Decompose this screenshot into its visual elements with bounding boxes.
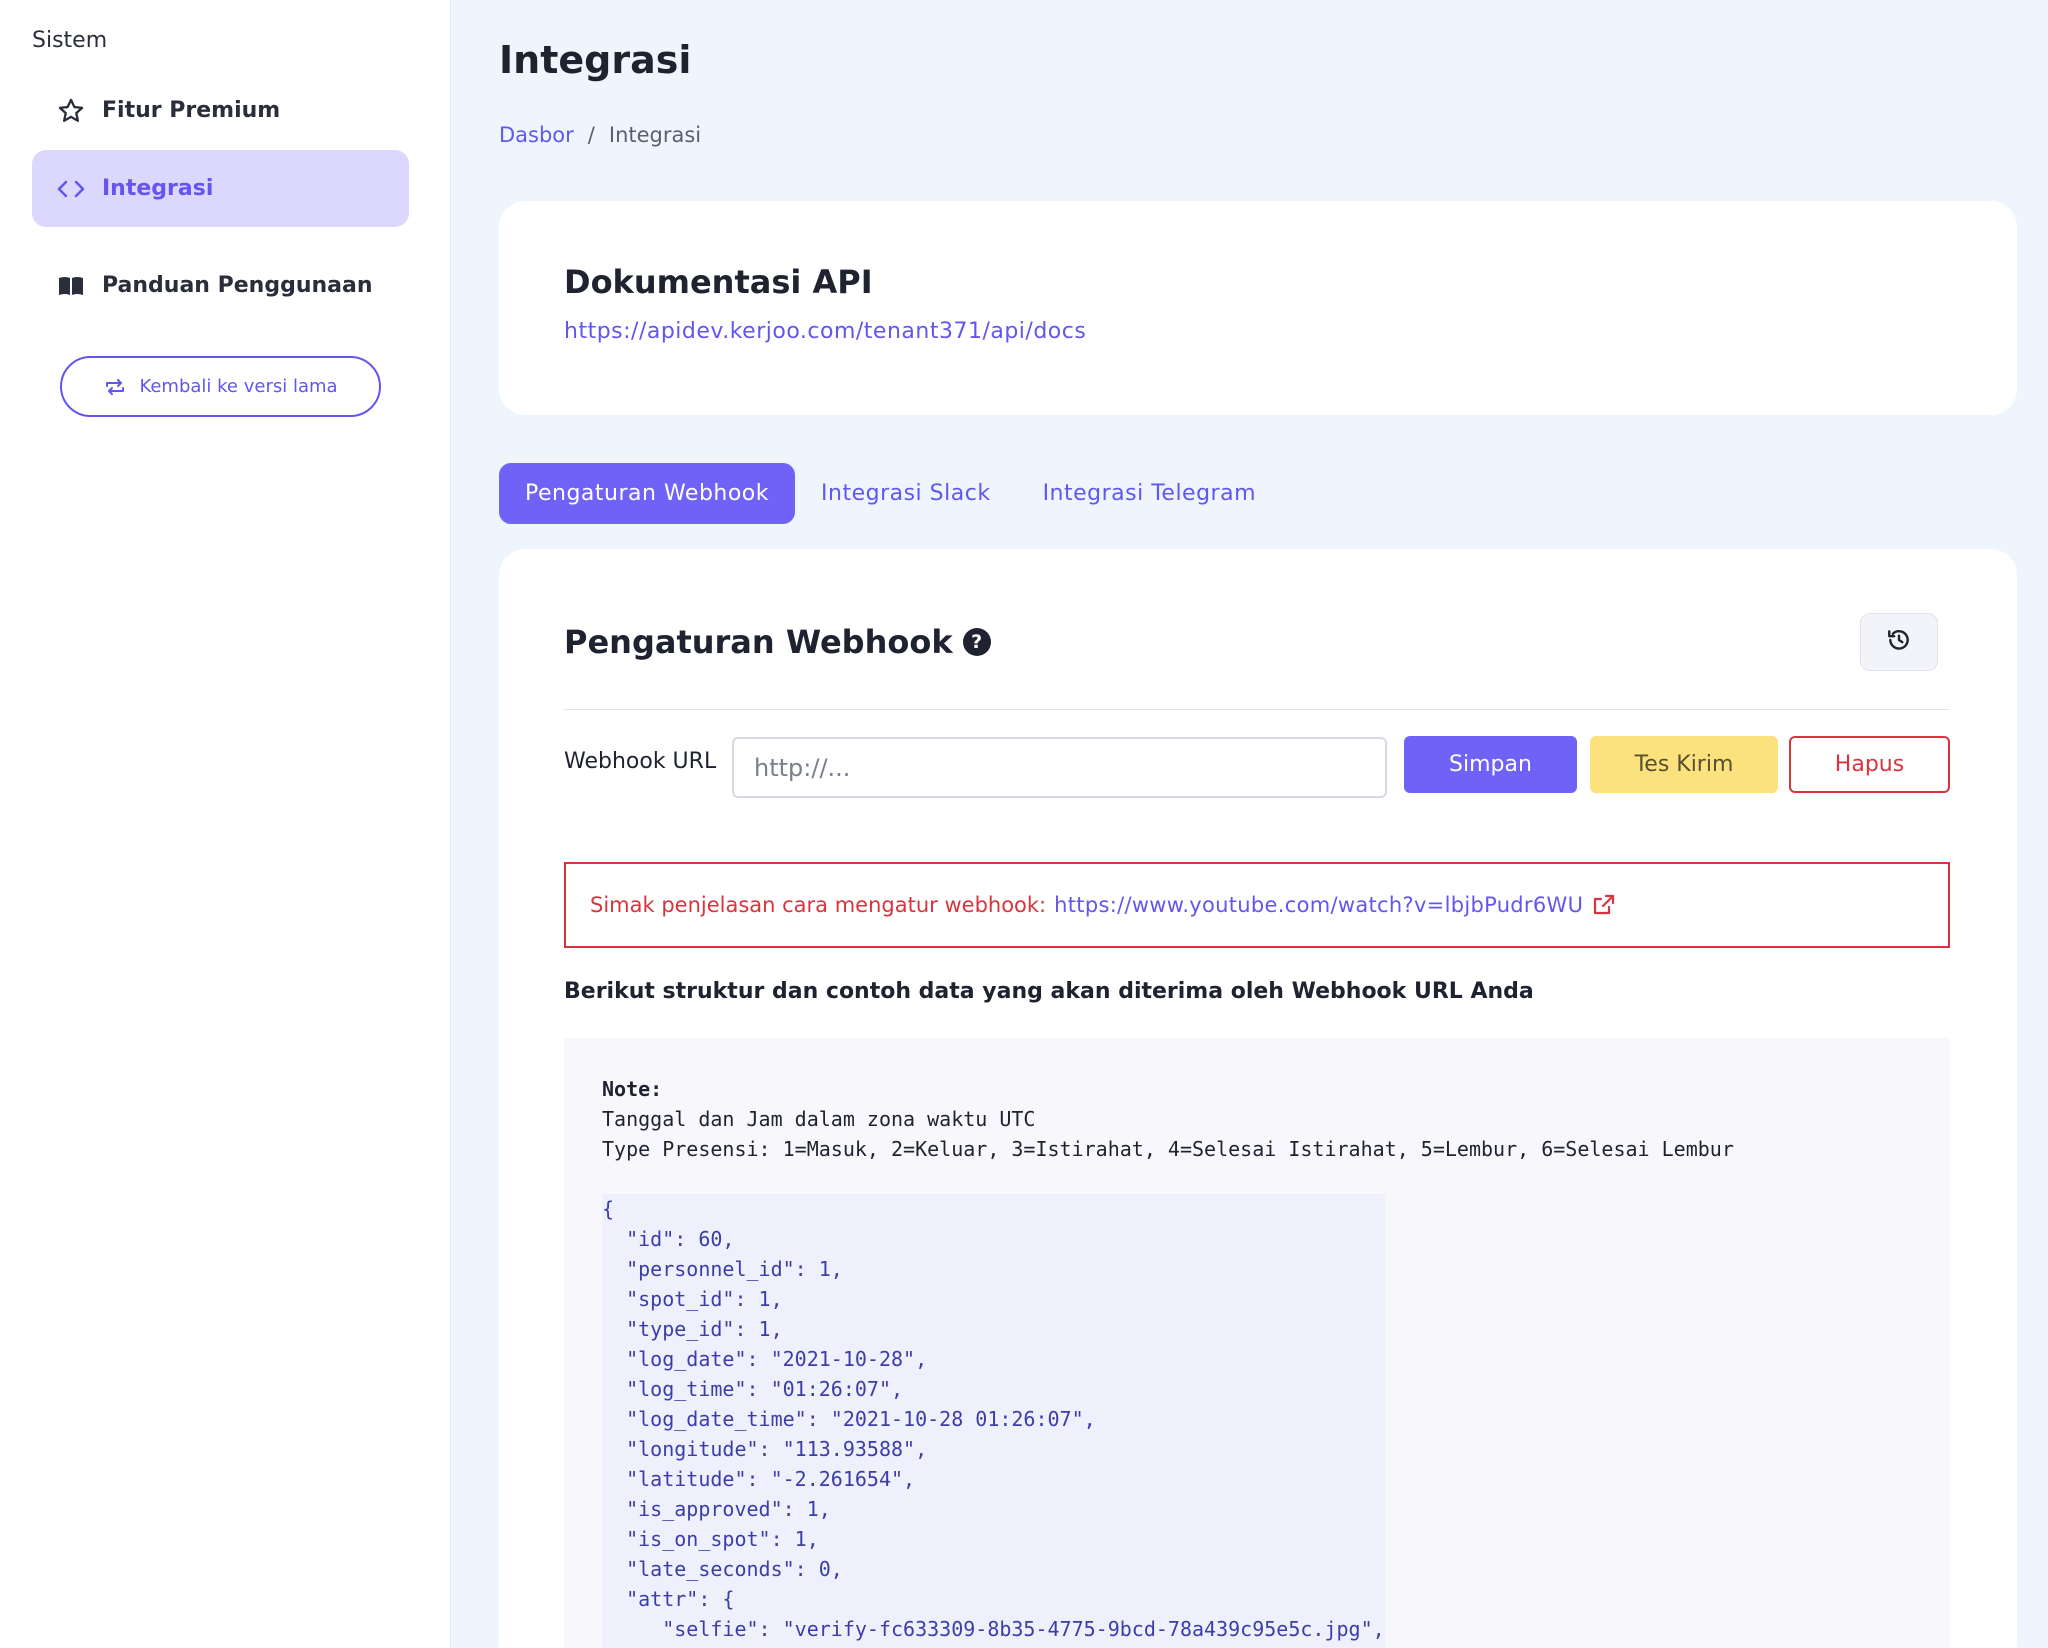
breadcrumb-home-link[interactable]: Dasbor xyxy=(499,123,574,147)
webhook-url-input[interactable] xyxy=(732,737,1387,798)
delete-button[interactable]: Hapus xyxy=(1789,736,1950,793)
sidebar-item-label: Panduan Penggunaan xyxy=(102,273,373,298)
sidebar-section-title: Sistem xyxy=(32,28,108,53)
sidebar-item-fitur-premium[interactable]: Fitur Premium xyxy=(32,72,409,149)
save-button[interactable]: Simpan xyxy=(1404,736,1577,793)
test-send-button[interactable]: Tes Kirim xyxy=(1590,736,1778,793)
webhook-settings-title-text: Pengaturan Webhook xyxy=(564,623,953,661)
webhook-settings-title: Pengaturan Webhook ? xyxy=(564,623,991,661)
main-content: Integrasi Dasbor / Integrasi Dokumentasi… xyxy=(451,0,2048,1648)
alert-text: Simak penjelasan cara mengatur webhook: xyxy=(590,893,1047,917)
sidebar-item-label: Fitur Premium xyxy=(102,98,281,123)
question-circle-icon[interactable]: ? xyxy=(962,628,991,656)
webhook-structure-heading: Berikut struktur dan contoh data yang ak… xyxy=(564,979,1534,1004)
api-docs-title: Dokumentasi API xyxy=(564,263,873,301)
integration-tabs: Pengaturan Webhook Integrasi Slack Integ… xyxy=(499,463,1282,524)
youtube-guide-link[interactable]: https://www.youtube.com/watch?v=lbjbPudr… xyxy=(1054,893,1583,917)
repeat-icon xyxy=(103,377,127,397)
webhook-guide-alert: Simak penjelasan cara mengatur webhook: … xyxy=(564,862,1950,948)
breadcrumb: Dasbor / Integrasi xyxy=(499,123,701,147)
page-title: Integrasi xyxy=(499,38,692,82)
api-docs-card: Dokumentasi API https://apidev.kerjoo.co… xyxy=(499,201,2017,415)
back-to-old-version-label: Kembali ke versi lama xyxy=(139,376,338,397)
webhook-settings-card: Pengaturan Webhook ? Webhook URL Simpan … xyxy=(499,549,2017,1648)
sidebar-item-label: Integrasi xyxy=(102,176,214,201)
breadcrumb-current: Integrasi xyxy=(608,123,702,147)
star-icon xyxy=(56,96,86,126)
code-note-lines: Tanggal dan Jam dalam zona waktu UTC Typ… xyxy=(602,1107,1734,1161)
code-icon xyxy=(56,174,86,204)
sidebar-item-panduan-penggunaan[interactable]: Panduan Penggunaan xyxy=(32,247,409,324)
history-button[interactable] xyxy=(1860,613,1938,671)
code-note-title: Note: xyxy=(602,1077,663,1101)
tab-integrasi-slack[interactable]: Integrasi Slack xyxy=(795,463,1017,524)
breadcrumb-separator: / xyxy=(587,123,595,147)
external-link-icon[interactable] xyxy=(1591,893,1617,917)
history-icon xyxy=(1886,627,1912,657)
back-to-old-version-button[interactable]: Kembali ke versi lama xyxy=(60,356,381,417)
webhook-url-label: Webhook URL xyxy=(564,749,717,774)
divider xyxy=(564,709,1949,710)
api-docs-link[interactable]: https://apidev.kerjoo.com/tenant371/api/… xyxy=(564,319,1086,344)
sidebar: Sistem Fitur Premium Integrasi Panduan P… xyxy=(0,0,451,1648)
book-icon xyxy=(56,271,86,301)
code-json-sample: { "id": 60, "personnel_id": 1, "spot_id"… xyxy=(602,1194,1385,1648)
tab-pengaturan-webhook[interactable]: Pengaturan Webhook xyxy=(499,463,796,524)
webhook-sample-code: Note: Tanggal dan Jam dalam zona waktu UT… xyxy=(564,1038,1950,1648)
sidebar-item-integrasi[interactable]: Integrasi xyxy=(32,150,409,227)
tab-integrasi-telegram[interactable]: Integrasi Telegram xyxy=(1017,463,1282,524)
